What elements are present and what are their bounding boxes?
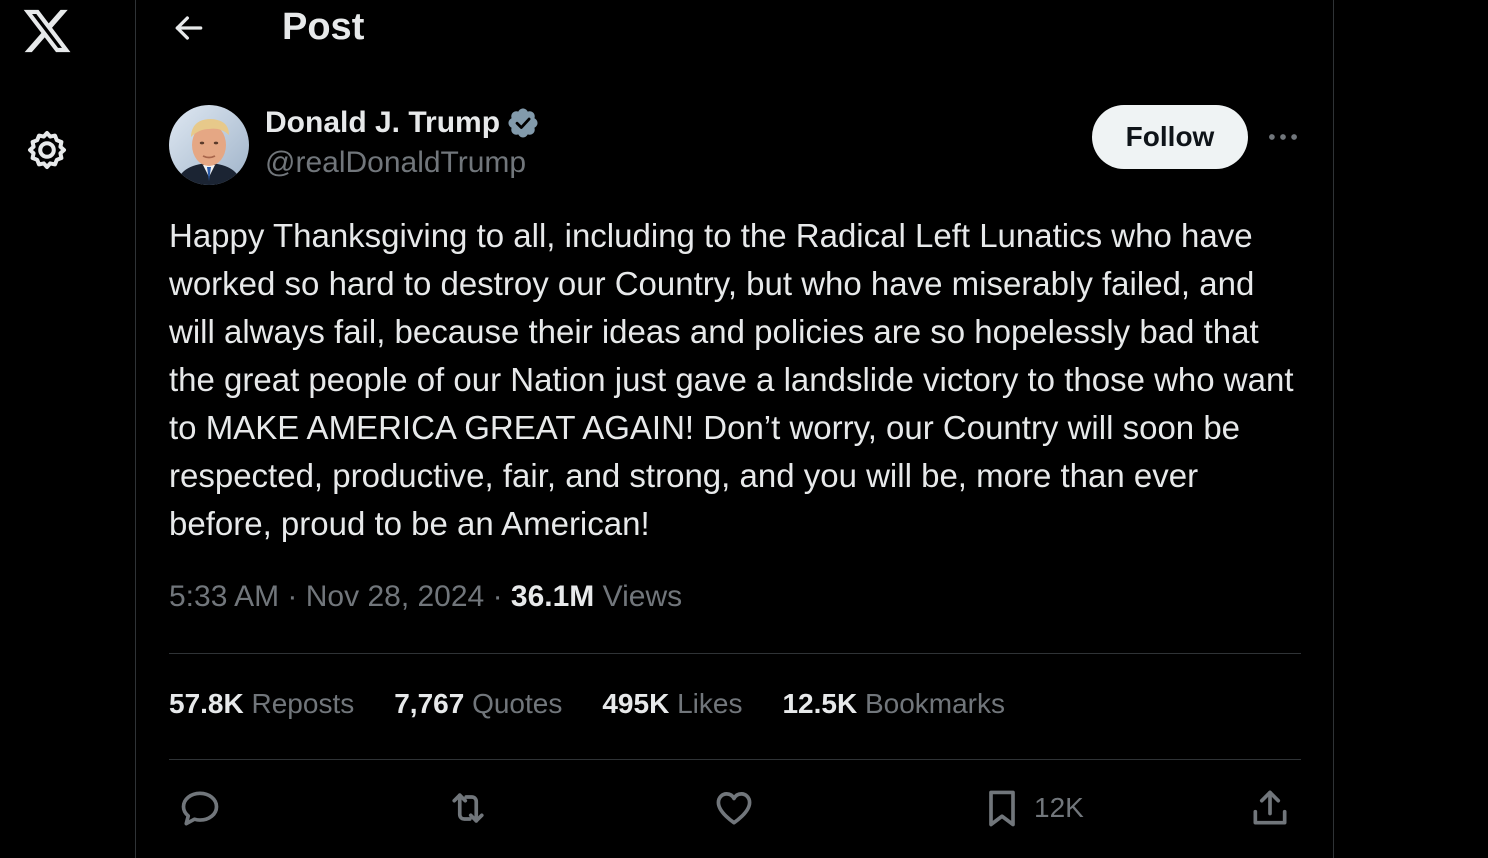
reply-button[interactable] (178, 785, 222, 831)
post-time[interactable]: 5:33 AM (169, 580, 279, 613)
repost-button[interactable] (446, 785, 490, 831)
post-date[interactable]: Nov 28, 2024 (306, 580, 484, 613)
post-detail-column: Post Donald J. Trump @realDonaldTrump Fo… (136, 0, 1334, 858)
reposts-count: 57.8K (169, 688, 244, 719)
meta-separator: · (492, 580, 503, 613)
like-button[interactable] (712, 785, 756, 831)
gear-icon[interactable] (23, 126, 71, 174)
bookmarks-label: Bookmarks (864, 688, 1005, 719)
reply-icon (181, 791, 219, 826)
share-icon (1253, 790, 1287, 825)
reposts-stat[interactable]: 57.8K Reposts (169, 688, 354, 720)
views-label: Views (602, 580, 683, 613)
follow-button[interactable]: Follow (1092, 105, 1248, 169)
left-sidebar (0, 0, 136, 858)
bookmarks-stat[interactable]: 12.5K Bookmarks (782, 688, 1005, 720)
divider (169, 759, 1301, 760)
page-title: Post (282, 6, 365, 48)
author-name-text: Donald J. Trump (265, 106, 501, 139)
arrow-left-icon[interactable] (169, 8, 209, 48)
bookmarks-count: 12.5K (782, 688, 858, 719)
divider (169, 653, 1301, 654)
likes-stat[interactable]: 495K Likes (602, 688, 742, 720)
bookmark-button[interactable]: 12K (980, 785, 1084, 831)
quotes-count: 7,767 (394, 688, 465, 719)
likes-label: Likes (677, 688, 743, 719)
post-text: Happy Thanksgiving to all, including to … (169, 217, 1303, 542)
avatar[interactable] (169, 105, 249, 185)
likes-count: 495K (602, 688, 670, 719)
author-handle[interactable]: @realDonaldTrump (265, 146, 526, 180)
quotes-stat[interactable]: 7,767 Quotes (394, 688, 562, 720)
meta-separator: · (287, 580, 298, 613)
repost-icon (452, 793, 484, 823)
verified-badge-icon (508, 108, 538, 138)
author-name[interactable]: Donald J. Trump (265, 106, 540, 140)
bookmark-icon (989, 790, 1015, 827)
engagement-stats: 57.8K Reposts 7,767 Quotes 495K Likes 12… (169, 688, 1005, 720)
quotes-label: Quotes (472, 688, 563, 719)
post-metadata: 5:33 AM · Nov 28, 2024 · 36.1M Views (169, 580, 682, 614)
more-horizontal-icon[interactable] (1264, 118, 1302, 156)
share-button[interactable] (1248, 785, 1292, 831)
bookmark-count: 12K (1034, 792, 1084, 823)
heart-icon (716, 792, 752, 825)
reposts-label: Reposts (251, 688, 355, 719)
x-logo-icon[interactable] (20, 5, 74, 57)
views-count: 36.1M (510, 580, 595, 613)
